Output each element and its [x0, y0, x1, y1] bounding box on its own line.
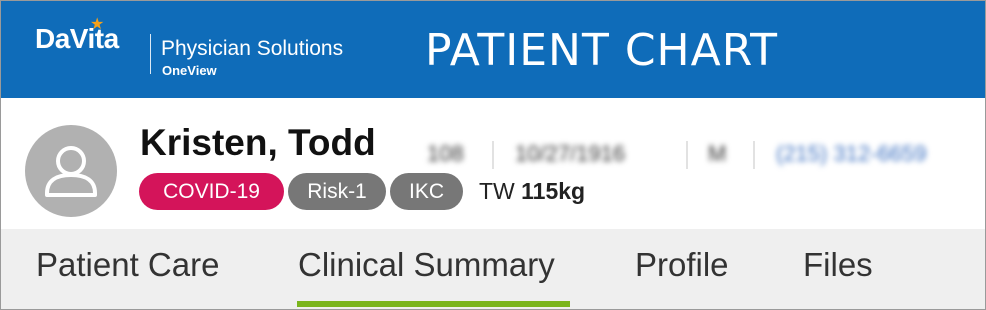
- badge-ikc[interactable]: IKC: [390, 173, 463, 210]
- target-weight: TW 115kg: [479, 178, 585, 205]
- logo-product: OneView: [162, 63, 217, 78]
- target-weight-label: TW: [479, 178, 515, 204]
- tab-profile[interactable]: Profile: [635, 246, 729, 284]
- patient-sex: M: [708, 141, 727, 166]
- user-icon: [45, 146, 97, 197]
- divider: [492, 141, 494, 169]
- divider: [753, 141, 755, 169]
- app-header: DaVita ★ Physician Solutions OneView PAT…: [1, 1, 985, 98]
- patient-name: Kristen, Todd: [140, 122, 376, 163]
- badge-risk[interactable]: Risk-1: [288, 173, 386, 210]
- tab-bar: Patient Care Clinical Summary Profile Fi…: [1, 229, 985, 309]
- patient-dob: 10/27/1916: [515, 141, 626, 166]
- tab-patient-care[interactable]: Patient Care: [36, 246, 219, 284]
- tab-clinical-summary[interactable]: Clinical Summary: [298, 246, 555, 284]
- active-tab-indicator: [297, 301, 570, 307]
- patient-chart-window: DaVita ★ Physician Solutions OneView PAT…: [0, 0, 986, 310]
- logo-subtitle: Physician Solutions: [161, 37, 344, 60]
- logo-divider: [150, 34, 151, 74]
- target-weight-value: 115kg: [521, 178, 586, 204]
- davita-logo: DaVita: [35, 23, 119, 54]
- avatar[interactable]: [25, 125, 117, 217]
- divider: [686, 141, 688, 169]
- patient-id: 108: [427, 141, 464, 166]
- badge-covid[interactable]: COVID-19: [139, 173, 284, 210]
- page-title: PATIENT CHART: [425, 25, 778, 76]
- star-icon: ★: [90, 16, 105, 33]
- patient-phone[interactable]: (215) 312-6659: [776, 141, 926, 167]
- tab-files[interactable]: Files: [803, 246, 873, 284]
